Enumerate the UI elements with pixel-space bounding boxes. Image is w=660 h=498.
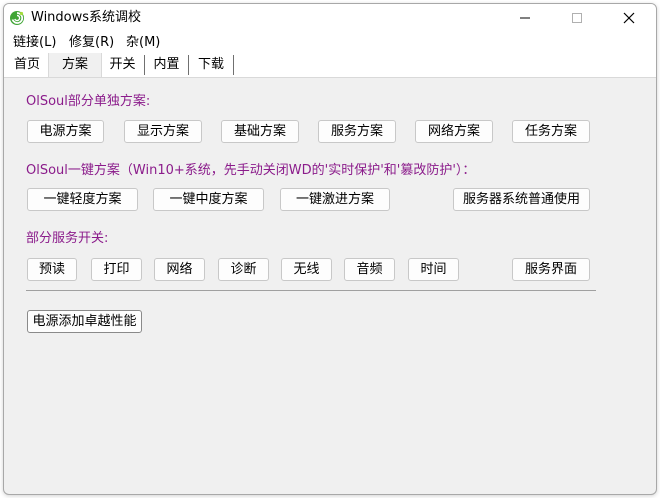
display-scheme-button[interactable]: 显示方案	[124, 120, 202, 143]
onekey-aggressive-button[interactable]: 一键激进方案	[280, 188, 390, 211]
onekey-light-button[interactable]: 一键轻度方案	[27, 188, 138, 211]
title-bar[interactable]: Windows系统调校	[4, 4, 656, 32]
print-button[interactable]: 打印	[91, 258, 142, 281]
audio-button[interactable]: 音频	[344, 258, 395, 281]
service-switches-label: 部分服务开关:	[26, 231, 109, 246]
app-window: Windows系统调校 链接(L) 修复(R) 杂(M) 首页 方案 开关 内置…	[3, 3, 657, 495]
minimize-icon	[520, 17, 530, 19]
close-icon	[623, 12, 635, 24]
tab-download[interactable]: 下载	[189, 55, 234, 75]
minimize-button[interactable]	[499, 4, 551, 32]
menu-bar: 链接(L) 修复(R) 杂(M)	[4, 32, 656, 53]
maximize-icon	[572, 13, 582, 23]
single-schemes-label: OlSoul部分单独方案:	[26, 94, 151, 109]
close-button[interactable]	[603, 4, 655, 32]
power-scheme-button[interactable]: 电源方案	[27, 120, 104, 143]
maximize-button[interactable]	[551, 4, 603, 32]
server-normal-use-button[interactable]: 服务器系统普通使用	[453, 188, 590, 211]
wireless-button[interactable]: 无线	[281, 258, 332, 281]
schemes-panel: OlSoul部分单独方案: 电源方案 显示方案 基础方案 服务方案 网络方案 任…	[4, 78, 656, 494]
diagnostics-button[interactable]: 诊断	[218, 258, 269, 281]
service-scheme-button[interactable]: 服务方案	[318, 120, 396, 143]
basic-scheme-button[interactable]: 基础方案	[221, 120, 299, 143]
onekey-medium-button[interactable]: 一键中度方案	[153, 188, 264, 211]
tab-schemes[interactable]: 方案	[48, 53, 102, 77]
task-scheme-button[interactable]: 任务方案	[512, 120, 590, 143]
green-swirl-icon	[9, 10, 25, 26]
onekey-schemes-label: OlSoul一键方案（Win10+系统，先手动关闭WD的'实时保护'和'篡改防护…	[26, 163, 476, 178]
menu-misc[interactable]: 杂(M)	[125, 34, 161, 51]
menu-repair[interactable]: 修复(R)	[68, 34, 115, 51]
tab-builtin[interactable]: 内置	[145, 55, 189, 75]
menu-link[interactable]: 链接(L)	[12, 34, 57, 51]
separator	[26, 290, 596, 291]
add-ultimate-performance-button[interactable]: 电源添加卓越性能	[27, 310, 142, 333]
window-title: Windows系统调校	[31, 10, 142, 25]
network-scheme-button[interactable]: 网络方案	[415, 120, 493, 143]
services-ui-button[interactable]: 服务界面	[512, 258, 590, 281]
tab-switches[interactable]: 开关	[101, 55, 145, 75]
tab-home[interactable]: 首页	[6, 55, 49, 75]
time-button[interactable]: 时间	[408, 258, 459, 281]
network-button[interactable]: 网络	[154, 258, 205, 281]
tab-strip: 首页 方案 开关 内置 下载	[4, 53, 656, 78]
prefetch-button[interactable]: 预读	[27, 258, 77, 281]
